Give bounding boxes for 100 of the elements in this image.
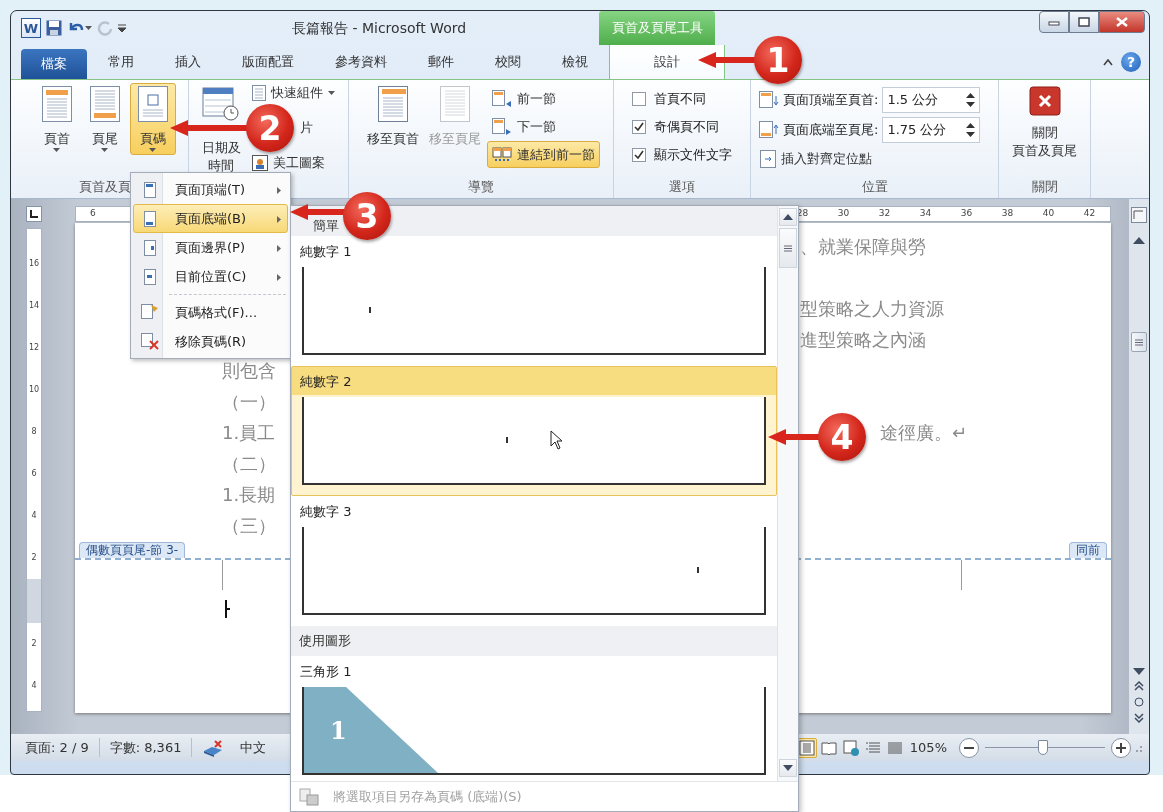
scroll-down-button[interactable] [779,759,797,777]
zoom-slider-thumb[interactable] [1037,739,1048,755]
previous-section-button[interactable]: 前一節 [486,85,561,112]
ribbon-tab[interactable]: 郵件 [422,48,461,76]
save-pages-icon [299,787,319,806]
checkbox[interactable] [632,147,646,162]
open-book-icon [821,739,837,756]
zoom-level[interactable]: 105% [909,737,947,758]
header-button[interactable]: 頁首 [33,83,80,155]
menu-item[interactable]: 頁面邊界(P) [133,233,288,262]
ribbon-tab[interactable]: 校閱 [489,48,528,76]
ruler-number: 40 [1041,207,1056,221]
page-arrow-right-icon [491,117,512,136]
spin-field[interactable]: 1.5 公分 [882,86,981,113]
caret-icon [85,26,92,30]
collapse-ribbon-button[interactable] [1103,58,1113,66]
triangle-up-icon [1133,237,1145,244]
ribbon-tab[interactable]: 設計 [609,45,725,79]
checkbox[interactable] [632,119,646,134]
status-item[interactable]: 頁面: 2 / 9 [15,737,100,758]
group-label: 選項 [669,177,695,196]
page-arrow-left-icon [491,89,512,108]
view-button[interactable] [841,737,861,758]
browse-object-button[interactable] [1134,697,1144,707]
menu-item[interactable]: 頁面頂端(T) [133,175,288,204]
page-icon [439,86,470,122]
checkbox[interactable] [632,91,646,106]
ribbon-tab[interactable]: 參考資料 [329,48,393,76]
ruler-number: 4 [31,680,37,692]
double-down-icon [1134,713,1144,723]
page-number-button[interactable]: 頁碼 [129,83,176,155]
gallery-item[interactable]: 三角形 1 1 [291,656,778,781]
minus-icon [964,746,974,749]
menu-item[interactable]: 移除頁碼(R) [133,327,288,356]
insert-alignment-tab-button[interactable]: 插入對齊定位點 [755,145,877,172]
linked-pages-icon [491,146,512,163]
ribbon-tab[interactable]: 檔案 [21,49,87,79]
link-to-previous-button[interactable]: 連結到前一節 [486,141,600,168]
next-section-button[interactable]: 下一節 [486,113,561,140]
ruler-margin-band [27,579,41,623]
ruler-number: 38 [1000,207,1015,221]
maximize-icon [1078,17,1090,27]
minimize-button[interactable] [1039,11,1069,33]
chevron-up-icon [1103,58,1113,66]
group-label: 位置 [861,177,888,196]
grip-lines-icon [1135,338,1143,346]
ruler-number: 10 [28,384,40,396]
view-button[interactable] [797,737,817,758]
ruler-number: 6 [31,468,37,480]
go-to-header-button[interactable]: 移至頁首 [362,83,423,151]
zoom-out-button[interactable] [959,737,979,758]
ribbon-tab[interactable]: 版面配置 [235,48,300,76]
zoom-in-button[interactable] [1111,737,1131,758]
footer-button[interactable]: 頁尾 [81,83,128,155]
page-bottom-margin-icon [759,120,779,139]
gallery-item[interactable]: 純數字 3 [291,496,778,626]
close-header-footer-button[interactable]: 關閉 頁首及頁尾 [1008,83,1081,163]
date-time-label[interactable]: 日期及 時間 [201,139,241,175]
ribbon-tab[interactable]: 插入 [168,48,207,76]
header-page-icon [41,86,72,122]
body-text: 型策略之人力資源 [800,298,944,319]
next-page-button[interactable] [1134,713,1144,723]
scroll-down-button[interactable] [1133,668,1145,675]
page-icon [144,239,156,256]
menu-item[interactable]: 目前位置(C) [133,262,288,291]
scrollbar-thumb[interactable] [779,228,797,268]
maximize-button[interactable] [1069,11,1099,33]
spin-label: 頁面底端至頁尾: [783,120,879,139]
scroll-up-button[interactable] [1133,237,1145,244]
scrollbar-thumb[interactable] [1131,332,1147,352]
checkbox-label: 奇偶頁不同 [654,117,719,136]
spin-field[interactable]: 1.75 公分 [882,116,981,143]
previous-page-button[interactable] [1134,681,1144,691]
app-logo: W [21,18,41,38]
page-number: 1 [330,715,347,747]
caret-icon [53,147,60,152]
close-button[interactable] [1099,11,1145,33]
ruler-number: 34 [918,207,933,221]
ruler-toggle-button[interactable] [1131,207,1147,223]
body-text: 途徑廣。↵ [880,422,968,443]
language-status[interactable]: 中文 [240,737,267,758]
customize-toolbar-button[interactable] [118,23,126,33]
status-item[interactable]: 字數: 8,361 [99,737,193,758]
spin-label: 頁面頂端至頁首: [783,90,879,109]
scroll-up-button[interactable] [779,208,797,226]
check-mark-icon [634,150,644,159]
ruler-number: 4 [31,510,37,522]
contextual-tab-header: 頁首及頁尾工具 [599,11,715,45]
quick-parts-button[interactable]: 快速組件 [246,83,340,103]
save-button[interactable] [46,20,62,36]
proofing-button[interactable] [202,737,225,758]
picture-button[interactable]: 片 [294,118,318,138]
page-icon [144,268,156,285]
menu-item[interactable]: 頁碼格式(F)... [133,298,288,327]
tab-selector-button[interactable] [26,206,42,222]
gallery-item[interactable]: 純數字 2 [291,366,778,496]
ribbon-tab[interactable]: 常用 [101,48,140,76]
double-up-icon [1134,681,1144,691]
ribbon-tab[interactable]: 檢視 [556,48,595,76]
menu-item[interactable]: 頁面底端(B) [133,204,288,233]
